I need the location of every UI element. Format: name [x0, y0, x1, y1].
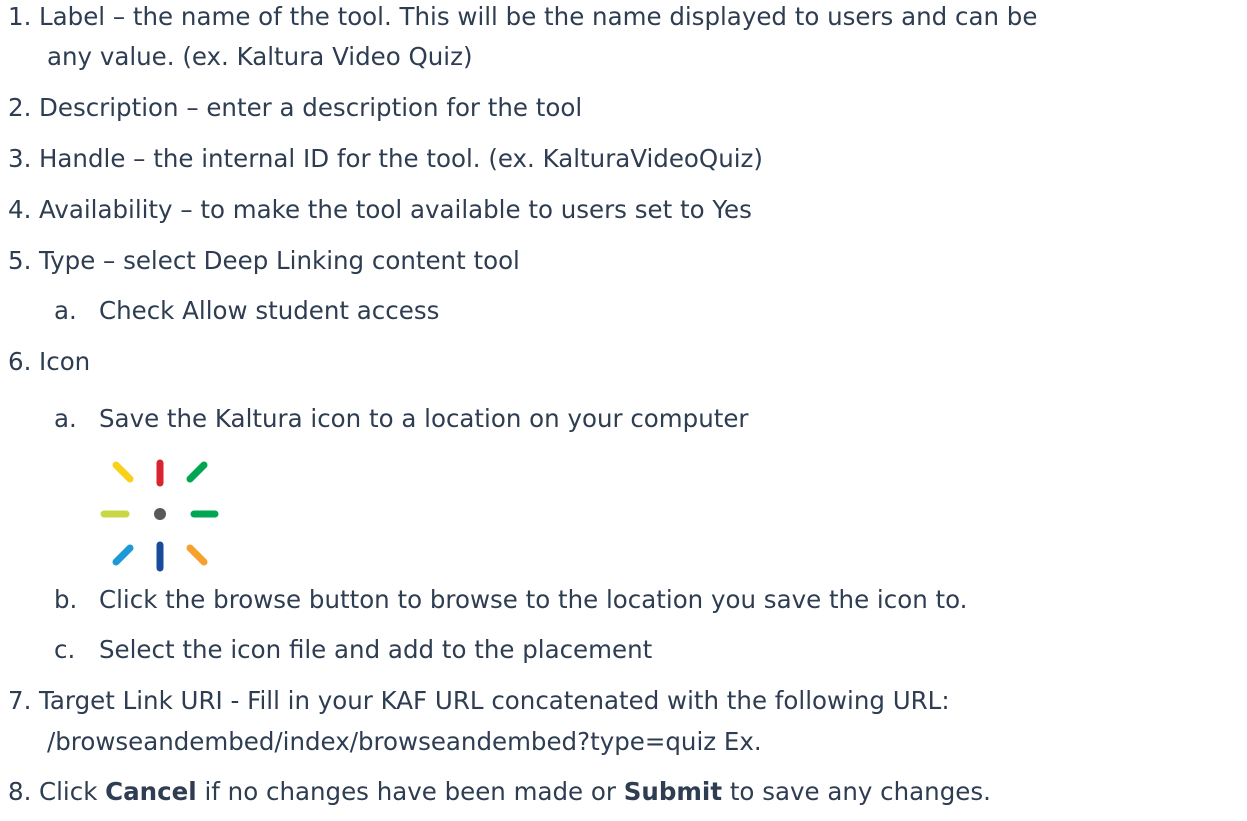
item-text: Handle – the internal ID for the tool. (…	[39, 144, 763, 173]
item-text: Label – the name of the tool. This will …	[39, 2, 1038, 31]
item-text: Description – enter a description for th…	[39, 93, 583, 122]
sub-item-text: Select the icon file and add to the plac…	[99, 635, 653, 664]
item-text-part: to save any changes.	[722, 777, 991, 806]
list-item-3: 3. Handle – the internal ID for the tool.…	[0, 144, 763, 174]
document-page: 1. Label – the name of the tool. This wil…	[0, 0, 1247, 821]
item-number: 7.	[8, 686, 32, 715]
item-text: Icon	[39, 347, 91, 376]
list-item-1-continuation: any value. (ex. Kaltura Video Quiz)	[47, 42, 473, 71]
sub-item-number: c.	[54, 635, 76, 664]
item-text-part: Click	[39, 777, 106, 806]
sub-item-text: Save the Kaltura icon to a location on y…	[99, 404, 749, 433]
list-item-5: 5. Type – select Deep Linking content too…	[0, 246, 520, 276]
item-text: Target Link URI - Fill in your KAF URL c…	[39, 686, 950, 715]
list-item-7: 7. Target Link URI - Fill in your KAF URL…	[0, 686, 950, 716]
sub-item-text: Click the browse button to browse to the…	[99, 585, 968, 614]
sub-item-number: b.	[54, 585, 78, 614]
list-item-7-continuation: /browseandembed/index/browseandembed?typ…	[47, 727, 762, 756]
sub-item-6b: b. Click the browse button to browse to t…	[54, 585, 967, 615]
item-text: Availability – to make the tool availabl…	[39, 195, 752, 224]
sub-item-6c: c. Select the icon file and add to the pl…	[54, 635, 652, 665]
submit-emphasis: Submit	[623, 777, 723, 806]
sub-item-number: a.	[54, 296, 77, 325]
item-number: 2.	[8, 93, 32, 122]
sub-item-text: Check Allow student access	[99, 296, 440, 325]
item-number: 6.	[8, 347, 32, 376]
list-item-4: 4. Availability – to make the tool availa…	[0, 195, 752, 225]
item-number: 8.	[8, 777, 32, 806]
item-text-part: if no changes have been made or	[196, 777, 624, 806]
item-number: 1.	[8, 2, 32, 31]
list-item-8: 8. Click Cancel if no changes have been m…	[0, 777, 991, 807]
list-item-2: 2. Description – enter a description for …	[0, 93, 582, 123]
sub-item-6a: a. Save the Kaltura icon to a location on…	[54, 404, 749, 434]
item-number: 3.	[8, 144, 32, 173]
sub-item-5a: a. Check Allow student access	[54, 296, 439, 326]
item-text: Type – select Deep Linking content tool	[39, 246, 520, 275]
list-item-1: 1. Label – the name of the tool. This wil…	[0, 2, 1037, 32]
kaltura-logo-icon	[100, 459, 219, 572]
item-number: 5.	[8, 246, 32, 275]
cancel-emphasis: Cancel	[105, 777, 197, 806]
item-number: 4.	[8, 195, 32, 224]
list-item-6: 6. Icon	[0, 347, 90, 377]
sub-item-number: a.	[54, 404, 77, 433]
